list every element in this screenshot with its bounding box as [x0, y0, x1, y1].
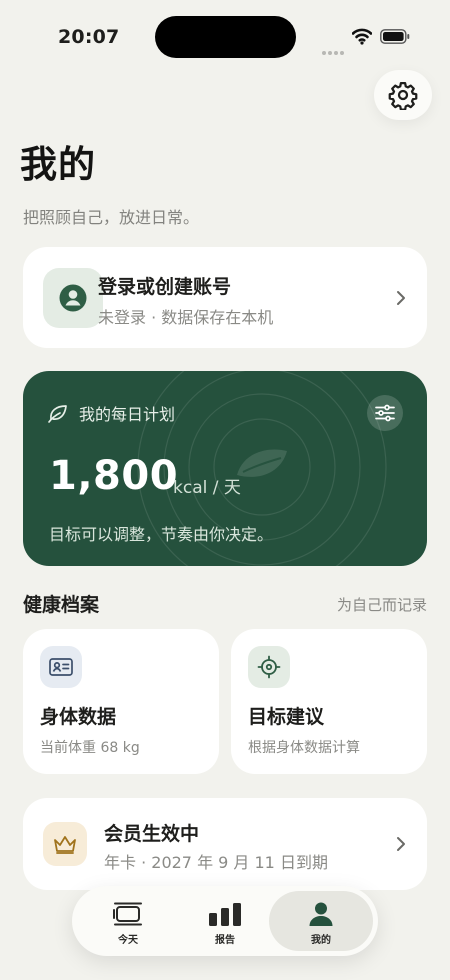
login-title: 登录或创建账号: [98, 276, 232, 298]
wifi-icon: [352, 28, 372, 45]
tile-subtitle: 根据身体数据计算: [248, 740, 360, 756]
avatar: [43, 268, 103, 328]
section-aside: 为自己而记录: [336, 596, 427, 614]
tab-today[interactable]: 今天: [78, 886, 178, 956]
settings-button[interactable]: [374, 70, 432, 120]
bar-chart-icon: [209, 903, 241, 926]
body-data-tile[interactable]: 身体数据 当前体重 68 kg: [23, 629, 219, 774]
leaf-icon: [48, 405, 67, 423]
tile-subtitle: 当前体重 68 kg: [40, 740, 140, 756]
cellular-signal-icon: [322, 40, 346, 55]
today-icon: [113, 902, 142, 926]
dynamic-island: [155, 16, 296, 58]
chevron-right-icon: [397, 291, 405, 305]
battery-icon: [380, 29, 410, 44]
login-subtitle: 未登录 · 数据保存在本机: [98, 308, 274, 327]
daily-plan-card[interactable]: 我的每日计划 1,800 kcal / 天 目标可以调整，节奏由你决定。: [23, 371, 427, 566]
page-title: 我的: [20, 143, 96, 186]
adjust-plan-button[interactable]: [367, 395, 403, 431]
goal-suggestion-tile[interactable]: 目标建议 根据身体数据计算: [231, 629, 427, 774]
tile-icon-wrap: [40, 646, 82, 688]
user-circle-icon: [59, 284, 87, 312]
tile-title: 目标建议: [248, 706, 325, 728]
member-title: 会员生效中: [104, 823, 200, 845]
crosshair-icon: [257, 655, 281, 679]
tab-label: 今天: [118, 935, 138, 946]
plan-note: 目标可以调整，节奏由你决定。: [49, 525, 274, 544]
membership-card[interactable]: 会员生效中 年卡 · 2027 年 9 月 11 日到期: [23, 798, 427, 890]
plan-title: 我的每日计划: [79, 405, 176, 424]
tile-icon-wrap: [248, 646, 290, 688]
gear-icon: [388, 82, 418, 110]
tile-title: 身体数据: [40, 706, 117, 728]
tab-label: 报告: [215, 935, 235, 946]
tab-bar: 今天 报告 我的: [72, 886, 378, 956]
status-bar: 20:07: [0, 0, 450, 72]
tab-label: 我的: [311, 935, 331, 946]
chevron-right-icon: [397, 837, 405, 851]
member-subtitle: 年卡 · 2027 年 9 月 11 日到期: [104, 853, 328, 872]
tab-report[interactable]: 报告: [175, 886, 275, 956]
section-title-health: 健康档案: [23, 594, 100, 616]
calorie-unit: kcal / 天: [173, 478, 241, 498]
crown-icon: [54, 836, 76, 854]
person-icon: [309, 902, 333, 926]
page-subtitle: 把照顾自己，放进日常。: [23, 208, 200, 227]
id-card-icon: [49, 658, 73, 676]
tab-mine[interactable]: 我的: [271, 886, 371, 956]
sliders-icon: [375, 404, 395, 422]
status-time: 20:07: [58, 26, 120, 48]
calorie-value: 1,800: [49, 453, 179, 499]
member-icon-wrap: [43, 822, 87, 866]
